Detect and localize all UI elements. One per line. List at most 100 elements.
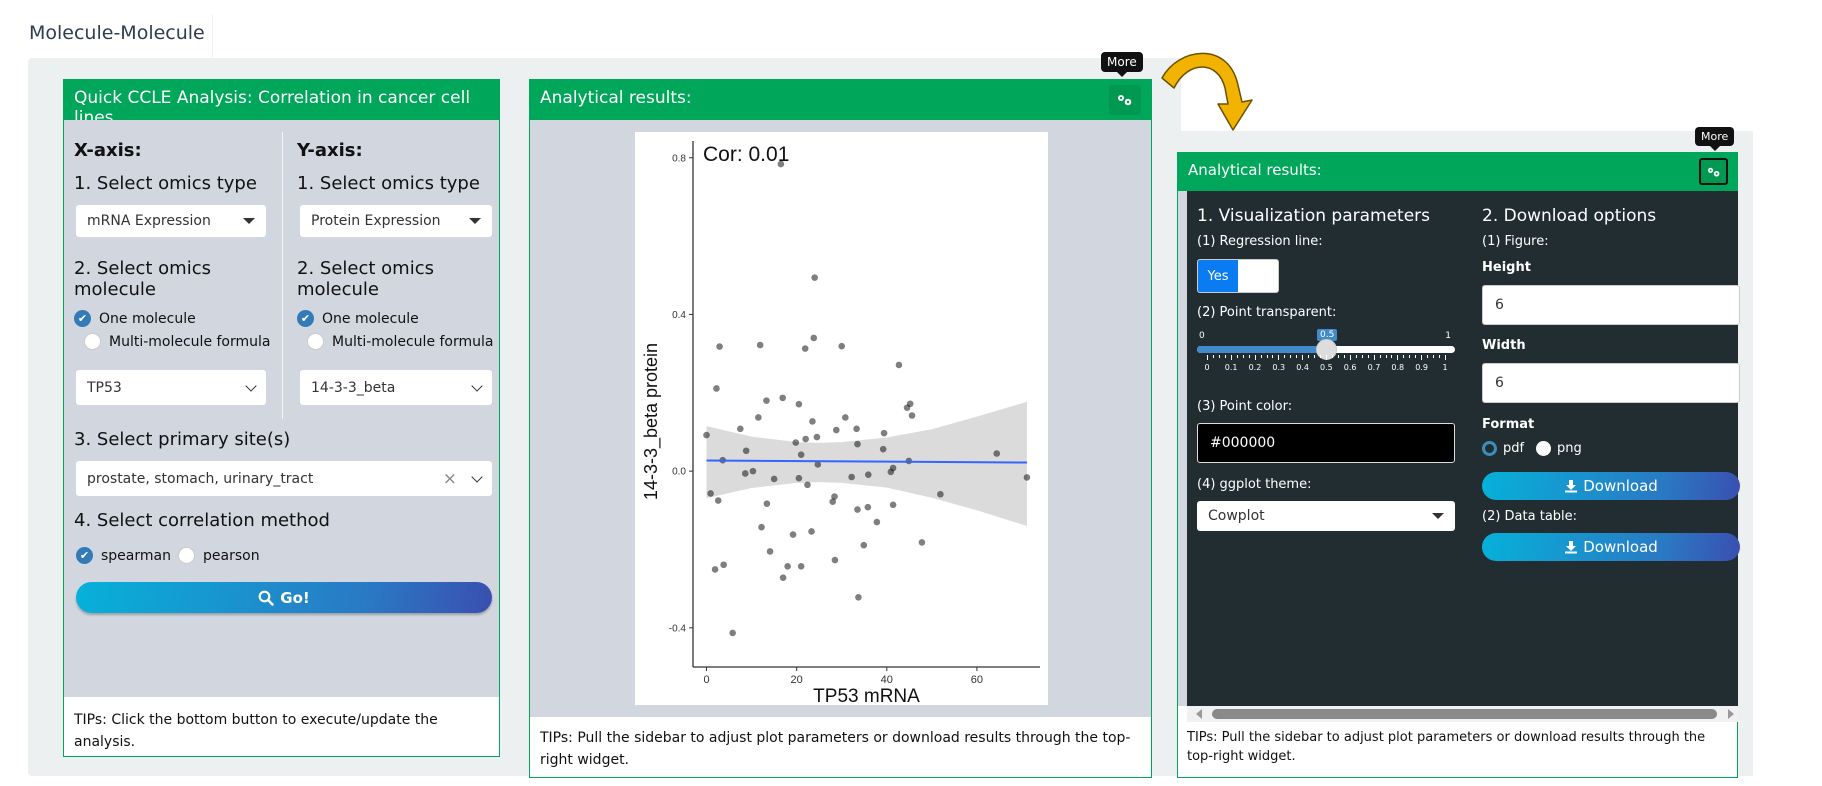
- data-point: [756, 341, 764, 349]
- slider-tick-label: 0.8: [1391, 363, 1405, 372]
- tab-molecule-molecule[interactable]: Molecule-Molecule: [14, 14, 213, 60]
- slider-tick: [1367, 355, 1369, 358]
- slider-tick: [1427, 355, 1429, 358]
- data-point: [713, 385, 720, 392]
- scrollbar-thumb[interactable]: [1212, 709, 1717, 719]
- data-point: [795, 474, 803, 482]
- download-figure-button[interactable]: Download: [1482, 472, 1740, 500]
- slider-max: 1: [1445, 331, 1451, 341]
- y-molecule-select[interactable]: 14-3-3_beta: [300, 370, 492, 405]
- chevron-down-icon: [245, 379, 257, 392]
- slider-tick: [1349, 355, 1351, 360]
- y-molecule-value: 14-3-3_beta: [311, 379, 396, 396]
- download-icon: [1565, 480, 1578, 493]
- slider-tick: [1373, 355, 1375, 360]
- x-molecule-label-line1: 2. Select omics: [74, 258, 211, 279]
- theme-select[interactable]: Cowplot: [1197, 501, 1455, 531]
- data-point: [792, 439, 800, 446]
- regression-toggle[interactable]: Yes: [1197, 259, 1279, 293]
- format-label: Format: [1482, 417, 1535, 432]
- more-options-button[interactable]: [1109, 85, 1141, 115]
- regression-label: (1) Regression line:: [1197, 234, 1323, 249]
- data-point: [855, 593, 862, 601]
- data-point: [831, 493, 838, 500]
- background-gap: [1181, 58, 1781, 131]
- slider-tick: [1385, 355, 1387, 358]
- caret-down-icon: [243, 218, 255, 224]
- data-point: [755, 414, 762, 421]
- slider-tick: [1308, 355, 1310, 358]
- tab-label: Molecule-Molecule: [29, 22, 205, 44]
- data-point: [853, 425, 860, 433]
- go-button[interactable]: Go!: [76, 582, 492, 613]
- x-omics-type-select[interactable]: mRNA Expression: [76, 205, 266, 237]
- width-input[interactable]: 6: [1482, 363, 1740, 403]
- y-option-multi-molecule[interactable]: Multi-molecule formula: [307, 333, 494, 350]
- x-tick-label: 0: [703, 674, 709, 686]
- slider-tick: [1296, 355, 1298, 358]
- chart-title: Cor: 0.01: [703, 143, 789, 166]
- x-axis-heading: X-axis:: [74, 140, 142, 161]
- transparent-slider[interactable]: 0 1 0.5 0 0.1 0.2 0.3 0.4 0.5 0.6 0.7 0.8 0.9 1: [1197, 329, 1455, 381]
- slider-tick-label: 0.5: [1320, 363, 1333, 372]
- clear-icon[interactable]: ×: [443, 469, 457, 489]
- data-point: [711, 566, 719, 573]
- data-point: [895, 361, 903, 369]
- data-point: [1023, 474, 1031, 481]
- radio-empty-icon: [1536, 441, 1551, 456]
- y-tick-label: 0.0: [672, 467, 686, 478]
- point-color-input[interactable]: #000000: [1197, 423, 1455, 463]
- more-tooltip: More: [1695, 127, 1735, 151]
- format-option-png[interactable]: png: [1536, 441, 1582, 456]
- x-option-one-molecule[interactable]: ✔ One molecule: [74, 310, 196, 327]
- height-input[interactable]: 6: [1482, 285, 1740, 325]
- data-point: [860, 541, 868, 549]
- data-point: [889, 501, 897, 509]
- height-label: Height: [1482, 260, 1531, 275]
- x-axis-title: TP53 mRNA: [813, 686, 920, 705]
- scroll-right-icon[interactable]: [1728, 709, 1734, 719]
- slider-tick-label: 0.1: [1224, 363, 1238, 372]
- slider-tick: [1343, 355, 1345, 358]
- data-point: [906, 400, 914, 408]
- height-value: 6: [1495, 297, 1504, 313]
- method-pearson-label: pearson: [203, 547, 260, 564]
- data-point: [810, 334, 818, 342]
- format-option-pdf[interactable]: pdf: [1482, 441, 1524, 456]
- viz-heading: 1. Visualization parameters: [1197, 206, 1431, 226]
- download-table-button[interactable]: Download: [1482, 533, 1740, 561]
- method-option-pearson[interactable]: pearson: [178, 547, 260, 564]
- slider-tick: [1302, 355, 1304, 360]
- horizontal-scrollbar[interactable]: [1187, 706, 1738, 722]
- more-tooltip: More: [1101, 52, 1143, 77]
- method-option-spearman[interactable]: ✔ spearman: [76, 547, 171, 564]
- y-omics-type-select[interactable]: Protein Expression: [300, 205, 492, 237]
- search-icon: [258, 590, 275, 606]
- slider-tick: [1314, 355, 1316, 358]
- x-omics-type-value: mRNA Expression: [87, 213, 211, 229]
- data-point: [873, 518, 881, 526]
- slider-tick-label: 0.4: [1296, 363, 1309, 372]
- plot-area: -0.4 0.0 0.4 0.8 0 20 40 60 TP53 mRNA 14-3-3_beta…: [530, 120, 1151, 717]
- data-point: [784, 563, 791, 570]
- scatter-plot-svg: -0.4 0.0 0.4 0.8 0 20 40 60 TP53 mRNA 14-3-3_beta…: [641, 141, 1040, 707]
- radio-empty-icon: [178, 547, 195, 564]
- radio-empty-icon: [307, 333, 324, 350]
- x-tick-label: 60: [971, 674, 983, 686]
- data-point: [854, 506, 861, 513]
- point-color-value: #000000: [1210, 435, 1276, 451]
- x-molecule-select[interactable]: TP53: [76, 370, 266, 405]
- more-options-button[interactable]: [1699, 158, 1728, 185]
- data-point: [707, 490, 714, 497]
- data-point: [993, 450, 1001, 457]
- slider-tick: [1242, 355, 1244, 358]
- analytical-results-panel-expanded: Analytical results: 1. Visualization par…: [1177, 152, 1740, 778]
- data-point: [741, 470, 749, 477]
- x-option-multi-molecule[interactable]: Multi-molecule formula: [84, 333, 271, 350]
- data-point: [879, 445, 887, 453]
- data-point: [779, 394, 786, 402]
- scroll-left-icon[interactable]: [1196, 709, 1202, 719]
- data-point: [766, 548, 774, 555]
- y-option-one-molecule[interactable]: ✔ One molecule: [297, 310, 419, 327]
- primary-site-select[interactable]: prostate, stomach, urinary_tract ×: [76, 461, 492, 496]
